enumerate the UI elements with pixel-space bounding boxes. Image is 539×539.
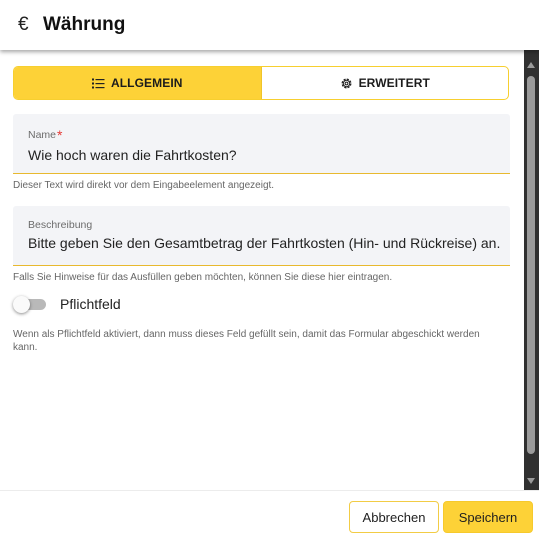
gear-icon xyxy=(341,78,352,88)
required-toggle-row: Pflichtfeld xyxy=(13,296,121,313)
dialog-footer: Abbrechen Speichern xyxy=(0,490,539,539)
vertical-scrollbar[interactable] xyxy=(524,50,539,490)
scrollbar-thumb[interactable] xyxy=(527,76,535,454)
name-field-hint: Dieser Text wird direkt vor dem Eingabee… xyxy=(13,180,275,191)
required-marker: * xyxy=(57,127,63,143)
scroll-up-arrow-icon[interactable] xyxy=(527,62,535,68)
required-toggle-hint: Wenn als Pflichtfeld aktiviert, dann mus… xyxy=(13,329,480,353)
save-button[interactable]: Speichern xyxy=(443,501,533,533)
dialog-header: € Währung xyxy=(0,0,539,50)
tab-erweitert-label: ERWEITERT xyxy=(358,76,430,90)
scroll-down-arrow-icon[interactable] xyxy=(527,478,535,484)
description-input[interactable]: Bitte geben Sie den Gesamtbetrag der Fah… xyxy=(28,235,500,251)
tab-allgemein-label: ALLGEMEIN xyxy=(110,76,183,90)
description-field-label: Beschreibung xyxy=(28,219,93,231)
toggle-knob[interactable] xyxy=(13,296,30,313)
euro-icon: € xyxy=(18,14,29,35)
description-field-hint: Falls Sie Hinweise für das Ausfüllen geb… xyxy=(13,272,393,283)
dialog-content: ALLGEMEIN ERWEITERT Name* Wie hoch waren… xyxy=(0,50,539,490)
required-toggle[interactable] xyxy=(13,296,47,313)
tab-erweitert[interactable]: ERWEITERT xyxy=(262,67,509,99)
tab-bar: ALLGEMEIN ERWEITERT xyxy=(13,66,509,100)
list-icon xyxy=(91,78,105,88)
name-field-label: Name* xyxy=(28,127,63,143)
tab-allgemein[interactable]: ALLGEMEIN xyxy=(14,67,262,99)
required-toggle-label: Pflichtfeld xyxy=(60,296,121,312)
cancel-button[interactable]: Abbrechen xyxy=(349,501,439,533)
name-field[interactable]: Name* Wie hoch waren die Fahrtkosten? xyxy=(13,114,510,174)
name-input[interactable]: Wie hoch waren die Fahrtkosten? xyxy=(28,147,495,163)
description-field[interactable]: Beschreibung Bitte geben Sie den Gesamtb… xyxy=(13,206,510,266)
dialog-title: Währung xyxy=(43,14,126,35)
